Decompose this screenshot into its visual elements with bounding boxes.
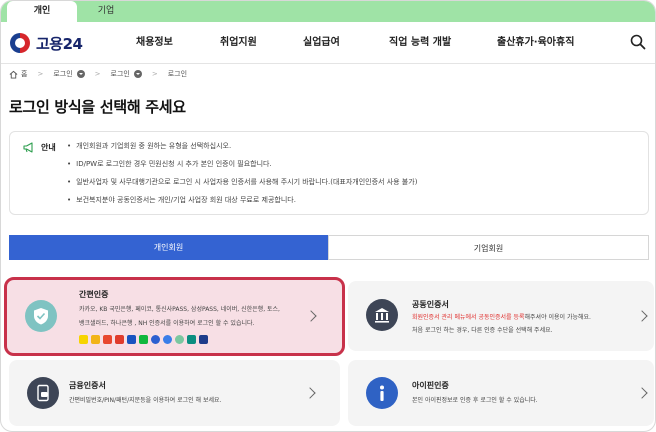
- joint-cert-desc-1-rest: 해주셔야 이용이 가능해요.: [524, 314, 591, 321]
- megaphone-icon: [23, 142, 33, 153]
- menu-job-training[interactable]: 직업 능력 개발: [389, 22, 451, 64]
- chevron-right-icon: [304, 387, 316, 399]
- page-frame: 개인 기업 고용24 채용정보 취업지원 실업급여 직업 능력 개발 출산휴가·…: [0, 0, 656, 432]
- dropdown-icon: [76, 70, 85, 78]
- joint-cert-desc-1: 회원인증서 관리 메뉴에서 공동인증서를 등록해주셔야 이용이 가능해요.: [412, 313, 591, 322]
- ipin-auth-desc: 본인 아이핀정보로 인증 후 로그인 할 수 있습니다.: [412, 397, 538, 404]
- breadcrumb-home[interactable]: 홈: [9, 69, 27, 79]
- chevron-right-icon: [636, 387, 648, 399]
- shield-check-icon: [25, 300, 57, 332]
- menu-unemployment-benefit[interactable]: 실업급여: [303, 22, 340, 64]
- notice-list: 개인회원과 기업회원 중 원하는 유형을 선택하십시오. ID/PW로 로그인한…: [67, 141, 417, 213]
- breadcrumb-item-1[interactable]: 로그인: [53, 69, 85, 79]
- breadcrumb-item-1-label: 로그인: [53, 70, 73, 78]
- menu-parental-leave[interactable]: 출산휴가·육아휴직: [497, 22, 574, 64]
- notice-item: ID/PW로 로그인한 경우 민원신청 시 추가 본인 인증이 필요합니다.: [67, 159, 417, 177]
- samsung-pass-icon: [127, 335, 136, 344]
- info-icon: [366, 377, 398, 409]
- naver-icon: [139, 335, 148, 344]
- site-type-bar: 개인 기업: [1, 1, 655, 22]
- banksalad-icon: [175, 335, 184, 344]
- taegeuk-logo-icon: [10, 33, 30, 53]
- chevron-right-icon: >: [37, 70, 44, 78]
- breadcrumb-home-label: 홈: [21, 70, 28, 78]
- easy-auth-title: 간편인증: [79, 290, 109, 299]
- joint-cert-card[interactable]: 공동인증서 회원인증서 관리 메뉴에서 공동인증서를 등록해주셔야 이용이 가능…: [348, 281, 654, 351]
- home-icon: [9, 70, 18, 79]
- page-title: 로그인 방식을 선택해 주세요: [9, 98, 186, 116]
- notice-item: 일반사업자 및 사무대행기관으로 로그인 시 사업자용 인증서를 사용해 주시기…: [67, 177, 417, 195]
- kakao-icon: [79, 335, 88, 344]
- finance-cert-title: 금융인증서: [69, 381, 106, 390]
- tab-company-site[interactable]: 기업: [77, 1, 135, 22]
- ipin-auth-card[interactable]: 아이핀인증 본인 아이핀정보로 인증 후 로그인 할 수 있습니다.: [348, 360, 654, 426]
- chevron-right-icon: [636, 310, 648, 322]
- toss-icon: [163, 335, 172, 344]
- easy-auth-desc-2: 뱅크샐러드, 하나은행 , NH 인증서를 이용하여 로그인 할 수 있습니다.: [79, 320, 255, 327]
- kb-bank-icon: [91, 335, 100, 344]
- finance-cert-icon: [27, 377, 59, 409]
- menu-jobs[interactable]: 채용정보: [136, 22, 173, 64]
- search-icon[interactable]: [630, 34, 646, 50]
- nh-icon: [199, 335, 208, 344]
- ipin-auth-title: 아이핀인증: [412, 381, 449, 390]
- joint-cert-title: 공동인증서: [412, 300, 449, 309]
- menu-employment-support[interactable]: 취업지원: [220, 22, 257, 64]
- shinhan-icon: [151, 335, 160, 344]
- easy-auth-card[interactable]: 간편인증 카카오, KB 국민은행, 페이코, 통신사PASS, 삼성PASS,…: [4, 277, 345, 356]
- notice-box: 안내 개인회원과 기업회원 중 원하는 유형을 선택하십시오. ID/PW로 로…: [9, 131, 649, 215]
- breadcrumb-current: 로그인: [168, 69, 187, 79]
- pass-icon: [115, 335, 124, 344]
- chevron-right-icon: [305, 310, 317, 322]
- breadcrumb: 홈 > 로그인 > 로그인 > 로그인: [9, 67, 187, 81]
- notice-item: 보건복지분야 공동인증서는 개인/기업 사업장 회원 대상 무료로 제공합니다.: [67, 195, 417, 213]
- breadcrumb-current-label: 로그인: [167, 70, 188, 78]
- tab-company-member[interactable]: 기업회원: [328, 235, 649, 260]
- tab-personal-site[interactable]: 개인: [7, 1, 77, 22]
- easy-auth-desc-1: 카카오, KB 국민은행, 페이코, 통신사PASS, 삼성PASS, 네이버,…: [79, 306, 280, 313]
- breadcrumb-item-2-label: 로그인: [110, 70, 130, 78]
- finance-cert-desc: 간편비밀번호/PIN/패턴/지문등을 이용하여 로그인 해 보세요.: [69, 397, 222, 404]
- global-nav: 고용24 채용정보 취업지원 실업급여 직업 능력 개발 출산휴가·육아휴직: [1, 22, 655, 64]
- breadcrumb-item-2[interactable]: 로그인: [111, 69, 142, 79]
- notice-label: 안내: [41, 143, 56, 152]
- payco-icon: [103, 335, 112, 344]
- joint-cert-desc-2: 처음 로그인 하는 경우, 다른 인증 수단을 선택해 주세요.: [412, 327, 553, 334]
- logo-text: 고용24: [36, 34, 83, 53]
- provider-logos: [79, 335, 208, 344]
- bank-building-icon: [366, 299, 398, 331]
- chevron-right-icon: >: [94, 70, 101, 78]
- logo[interactable]: 고용24: [10, 32, 83, 54]
- joint-cert-warning: 회원인증서 관리 메뉴에서 공동인증서를 등록: [412, 314, 525, 321]
- hana-bank-icon: [187, 335, 196, 344]
- member-type-tabs: 개인회원 기업회원: [9, 235, 649, 260]
- finance-cert-card[interactable]: 금융인증서 간편비밀번호/PIN/패턴/지문등을 이용하여 로그인 해 보세요.: [9, 360, 340, 426]
- notice-header: 안내: [23, 142, 56, 153]
- notice-item: 개인회원과 기업회원 중 원하는 유형을 선택하십시오.: [67, 141, 417, 159]
- chevron-right-icon: >: [151, 70, 158, 78]
- dropdown-icon: [133, 70, 142, 78]
- tab-personal-member[interactable]: 개인회원: [9, 235, 328, 260]
